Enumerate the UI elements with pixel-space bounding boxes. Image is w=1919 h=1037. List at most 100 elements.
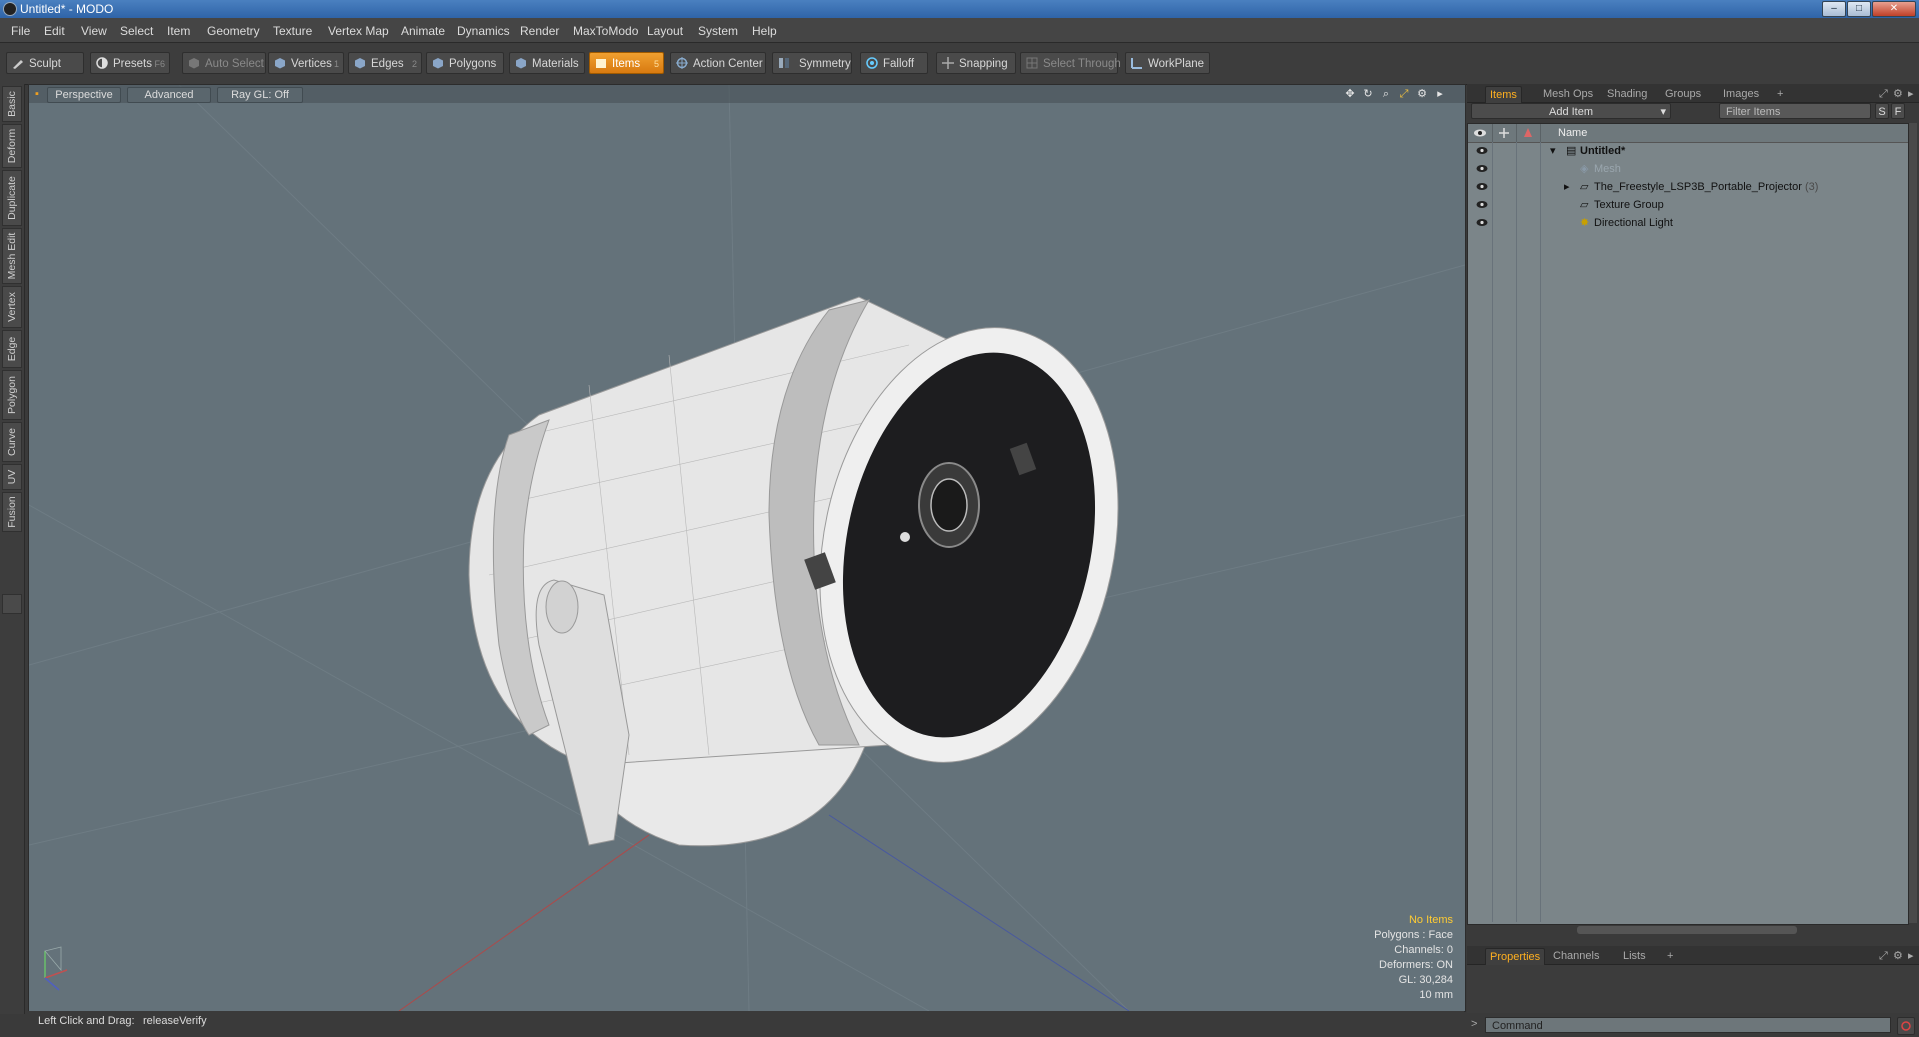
render-column-header[interactable]: [1516, 124, 1541, 142]
eye-icon[interactable]: [1476, 218, 1488, 227]
tab-shading[interactable]: Shading: [1603, 86, 1651, 102]
select-through-button[interactable]: Select Through: [1020, 52, 1121, 74]
shading-style-dropdown[interactable]: Advanced: [127, 87, 211, 103]
s-button[interactable]: S: [1875, 103, 1889, 119]
command-input[interactable]: Command: [1485, 1017, 1891, 1033]
menu-view[interactable]: View: [81, 24, 107, 38]
tab-fusion[interactable]: Fusion: [2, 492, 22, 532]
tab-deform[interactable]: Deform: [2, 124, 22, 168]
item-row-scene[interactable]: ▾ ▤ Untitled*: [1468, 142, 1908, 160]
materials-icon: [516, 58, 526, 69]
tab-duplicate[interactable]: Duplicate: [2, 170, 22, 226]
modo-app-icon: [3, 2, 17, 16]
menu-select[interactable]: Select: [120, 24, 153, 38]
f-button[interactable]: F: [1891, 103, 1905, 119]
workplane-label: WorkPlane: [1148, 58, 1205, 70]
tab-items[interactable]: Items: [1485, 86, 1522, 103]
tab-groups[interactable]: Groups: [1661, 86, 1705, 102]
tab-uv[interactable]: UV: [2, 464, 22, 490]
sculpt-button[interactable]: Sculpt: [6, 52, 84, 74]
menu-dynamics[interactable]: Dynamics: [457, 24, 510, 38]
falloff-button[interactable]: Falloff: [860, 52, 928, 74]
presets-button[interactable]: Presets F6: [90, 52, 170, 74]
items-tab-row: Items Mesh Ops Shading Groups Images + ⤢…: [1467, 84, 1919, 103]
item-name: The_Freestyle_LSP3B_Portable_Projector: [1594, 181, 1802, 193]
tab-lists[interactable]: Lists: [1619, 948, 1650, 964]
tab-basic[interactable]: Basic: [2, 86, 22, 122]
move-view-icon[interactable]: ✥: [1344, 88, 1356, 100]
menu-vertex-map[interactable]: Vertex Map: [328, 24, 389, 38]
eye-icon[interactable]: [1476, 146, 1488, 155]
expand-arrow-icon[interactable]: ▸: [1564, 178, 1570, 196]
horizontal-scrollbar[interactable]: [1577, 926, 1797, 934]
item-label: The_Freestyle_LSP3B_Portable_Projector (…: [1594, 178, 1818, 196]
expand-arrow-icon[interactable]: ▾: [1550, 142, 1556, 160]
item-row-texture-group[interactable]: ▱ Texture Group: [1468, 196, 1908, 214]
item-list-scrollbar[interactable]: [1909, 123, 1917, 923]
menu-item[interactable]: Item: [167, 24, 190, 38]
menu-file[interactable]: File: [11, 24, 30, 38]
viewport-menu-icon[interactable]: ▪: [31, 88, 43, 100]
panel-more-icon[interactable]: ▸: [1904, 948, 1918, 964]
tab-channels[interactable]: Channels: [1549, 948, 1603, 964]
symmetry-button[interactable]: Symmetry: [772, 52, 852, 74]
eye-icon[interactable]: [1476, 164, 1488, 173]
item-row-directional-light[interactable]: ✸ Directional Light: [1468, 214, 1908, 232]
tab-add[interactable]: +: [1663, 948, 1677, 964]
item-row-projector-group[interactable]: ▸ ▱ The_Freestyle_LSP3B_Portable_Project…: [1468, 178, 1908, 196]
lock-column-header[interactable]: [1492, 124, 1517, 142]
menu-help[interactable]: Help: [752, 24, 777, 38]
menu-maxtomodo[interactable]: MaxToModo: [573, 24, 638, 38]
view-type-dropdown[interactable]: Perspective: [47, 87, 121, 103]
rotate-view-icon[interactable]: ↻: [1362, 88, 1374, 100]
deformers-stat: Deformers: ON: [1379, 959, 1453, 971]
tab-edge[interactable]: Edge: [2, 330, 22, 368]
tab-vertex[interactable]: Vertex: [2, 286, 22, 328]
menu-edit[interactable]: Edit: [44, 24, 65, 38]
vertices-button[interactable]: Vertices 1: [268, 52, 344, 74]
close-button[interactable]: ✕: [1872, 1, 1916, 17]
tab-images[interactable]: Images: [1719, 86, 1763, 102]
tab-curve[interactable]: Curve: [2, 422, 22, 462]
eye-icon[interactable]: [1476, 182, 1488, 191]
minimize-button[interactable]: –: [1822, 1, 1846, 17]
items-button[interactable]: Items 5: [589, 52, 664, 74]
materials-button[interactable]: Materials: [509, 52, 585, 74]
more-arrow-icon[interactable]: ▸: [1434, 88, 1446, 100]
menu-layout[interactable]: Layout: [647, 24, 683, 38]
tab-mesh-edit[interactable]: Mesh Edit: [2, 228, 22, 284]
edges-label: Edges: [371, 58, 404, 70]
workplane-button[interactable]: WorkPlane: [1125, 52, 1210, 74]
edges-button[interactable]: Edges 2: [348, 52, 422, 74]
item-row-mesh[interactable]: ◈ Mesh: [1468, 160, 1908, 178]
settings-icon[interactable]: ⚙: [1416, 88, 1428, 100]
tab-properties[interactable]: Properties: [1485, 948, 1546, 965]
name-column-header[interactable]: Name: [1558, 127, 1587, 139]
tab-polygon[interactable]: Polygon: [2, 370, 22, 420]
3d-viewport[interactable]: ▪ Perspective Advanced Ray GL: Off ✥ ↻ ⌕…: [28, 84, 1466, 1012]
menu-render[interactable]: Render: [520, 24, 559, 38]
polygons-button[interactable]: Polygons: [426, 52, 504, 74]
auto-select-button[interactable]: Auto Select: [182, 52, 266, 74]
filter-items-input[interactable]: Filter Items: [1719, 103, 1871, 119]
zoom-view-icon[interactable]: ⌕: [1380, 88, 1392, 100]
panel-more-icon[interactable]: ▸: [1904, 86, 1918, 102]
tab-collapse-handle[interactable]: [2, 594, 22, 614]
menu-geometry[interactable]: Geometry: [207, 24, 260, 38]
menu-system[interactable]: System: [698, 24, 738, 38]
axis-gizmo: [44, 946, 68, 991]
visibility-column-header[interactable]: [1468, 124, 1493, 142]
maximize-view-icon[interactable]: ⤢: [1398, 88, 1410, 100]
snapping-button[interactable]: Snapping: [936, 52, 1016, 74]
menu-texture[interactable]: Texture: [273, 24, 312, 38]
tab-add[interactable]: +: [1773, 86, 1787, 102]
tab-edge-label: Edge: [6, 336, 18, 362]
maximize-button[interactable]: □: [1847, 1, 1871, 17]
raygl-toggle[interactable]: Ray GL: Off: [217, 87, 303, 103]
action-center-button[interactable]: Action Center: [670, 52, 766, 74]
add-item-button[interactable]: Add Item ▾: [1471, 103, 1671, 119]
eye-icon[interactable]: [1476, 200, 1488, 209]
tab-mesh-ops[interactable]: Mesh Ops: [1539, 86, 1597, 102]
menu-animate[interactable]: Animate: [401, 24, 445, 38]
command-history-button[interactable]: [1897, 1017, 1915, 1035]
